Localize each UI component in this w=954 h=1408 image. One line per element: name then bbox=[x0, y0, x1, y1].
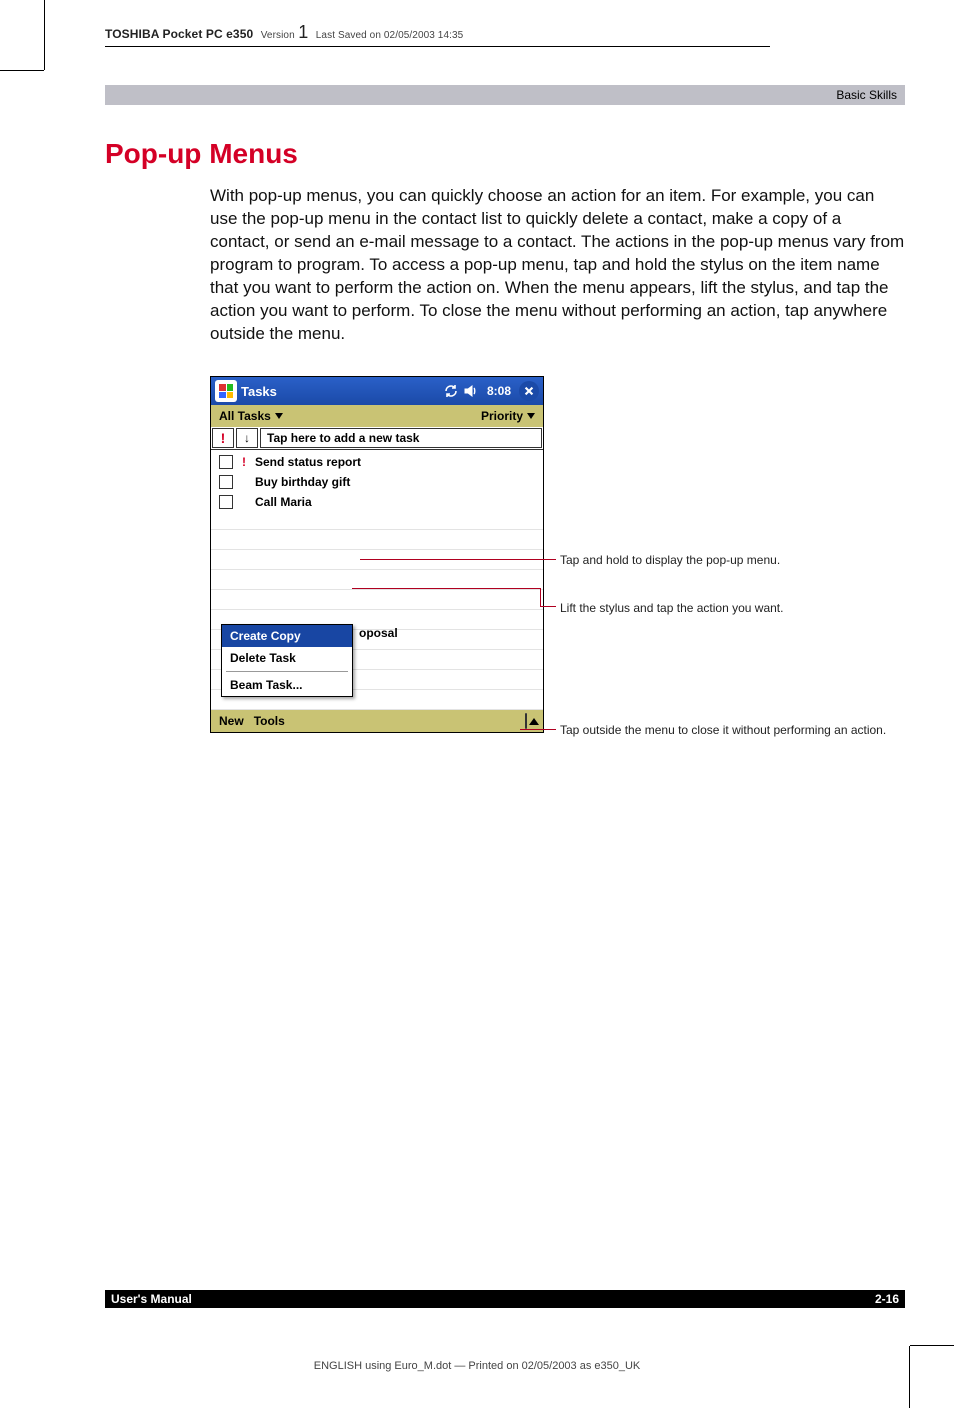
clock-time: 8:08 bbox=[487, 384, 511, 398]
caret-up-icon[interactable] bbox=[529, 718, 539, 725]
pocketpc-screenshot: Tasks 8:08 All Tasks Priority bbox=[210, 376, 545, 733]
speaker-icon[interactable] bbox=[463, 383, 479, 399]
section-title: Basic Skills bbox=[836, 88, 897, 102]
filter-bar: All Tasks Priority bbox=[211, 405, 543, 427]
tools-menu[interactable]: Tools bbox=[254, 714, 285, 728]
callout-leader-line bbox=[540, 606, 556, 607]
add-task-row: ! ↓ Tap here to add a new task bbox=[211, 427, 543, 450]
chevron-down-icon bbox=[275, 413, 283, 419]
new-button[interactable]: New bbox=[219, 714, 244, 728]
arrow-down-icon: ↓ bbox=[244, 431, 250, 445]
section-title-bar: Basic Skills bbox=[105, 85, 905, 105]
callout-leader-line bbox=[540, 588, 541, 607]
task-row[interactable]: ! Send status report bbox=[211, 452, 543, 472]
page-heading: Pop-up Menus bbox=[105, 138, 298, 170]
print-metadata: ENGLISH using Euro_M.dot — Printed on 02… bbox=[0, 1360, 954, 1372]
footer-page-number: 2-16 bbox=[875, 1292, 899, 1306]
callout-leader-line bbox=[360, 559, 556, 560]
sort-dropdown[interactable]: Priority bbox=[481, 409, 535, 423]
windows-flag-icon bbox=[219, 384, 233, 398]
body-paragraph: With pop-up menus, you can quickly choos… bbox=[210, 185, 905, 346]
callout-text: Lift the stylus and tap the action you w… bbox=[560, 601, 920, 615]
last-saved: Last Saved on 02/05/2003 14:35 bbox=[316, 30, 464, 41]
footer-left: User's Manual bbox=[111, 1292, 192, 1306]
app-title: Tasks bbox=[241, 384, 277, 399]
running-header: TOSHIBA Pocket PC e350 Version 1 Last Sa… bbox=[105, 22, 770, 47]
task-label: Buy birthday gift bbox=[255, 475, 350, 489]
new-task-input[interactable]: Tap here to add a new task bbox=[260, 428, 542, 448]
sort-column-header[interactable]: ↓ bbox=[236, 428, 258, 448]
priority-icon: ! bbox=[239, 455, 249, 469]
task-label: Send status report bbox=[255, 455, 361, 469]
checkbox-icon[interactable] bbox=[219, 495, 233, 509]
connectivity-icon[interactable] bbox=[443, 383, 459, 399]
menu-item-beam-task[interactable]: Beam Task... bbox=[222, 674, 352, 696]
task-label: Call Maria bbox=[255, 495, 312, 509]
version-number: 1 bbox=[298, 22, 308, 42]
task-row[interactable]: Buy birthday gift bbox=[211, 472, 543, 492]
priority-column-header[interactable]: ! bbox=[212, 428, 234, 448]
context-menu: Create Copy Delete Task Beam Task... bbox=[221, 624, 353, 697]
chevron-down-icon bbox=[527, 413, 535, 419]
command-bar: New Tools bbox=[211, 710, 543, 732]
close-button[interactable] bbox=[519, 381, 539, 401]
category-dropdown[interactable]: All Tasks bbox=[219, 409, 283, 423]
page-footer-bar: User's Manual 2-16 bbox=[105, 1290, 905, 1308]
checkbox-icon[interactable] bbox=[219, 475, 233, 489]
callout-leader-line bbox=[520, 729, 556, 730]
sort-label: Priority bbox=[481, 409, 523, 423]
checkbox-icon[interactable] bbox=[219, 455, 233, 469]
menu-item-create-copy[interactable]: Create Copy bbox=[222, 625, 352, 647]
new-task-placeholder: Tap here to add a new task bbox=[267, 431, 419, 445]
task-list-area[interactable]: ! Send status report Buy birthday gift C… bbox=[211, 450, 543, 710]
crop-mark bbox=[0, 70, 44, 71]
callout-leader-line bbox=[352, 588, 540, 589]
product-name: TOSHIBA Pocket PC e350 bbox=[105, 27, 253, 41]
category-label: All Tasks bbox=[219, 409, 271, 423]
callout-text: Tap and hold to display the pop-up menu. bbox=[560, 553, 900, 567]
menu-item-delete-task[interactable]: Delete Task bbox=[222, 647, 352, 669]
callout-text: Tap outside the menu to close it without… bbox=[560, 723, 920, 739]
obscured-task-text: oposal bbox=[359, 626, 398, 640]
crop-mark bbox=[909, 1346, 910, 1408]
start-menu-button[interactable] bbox=[215, 380, 237, 402]
crop-mark bbox=[44, 0, 45, 70]
version-label: Version bbox=[261, 30, 295, 41]
window-titlebar: Tasks 8:08 bbox=[211, 377, 543, 405]
exclamation-icon: ! bbox=[221, 430, 226, 446]
crop-mark bbox=[910, 1345, 954, 1346]
keyboard-icon[interactable] bbox=[525, 713, 527, 729]
task-row[interactable]: Call Maria bbox=[211, 492, 543, 512]
menu-divider bbox=[226, 671, 348, 672]
